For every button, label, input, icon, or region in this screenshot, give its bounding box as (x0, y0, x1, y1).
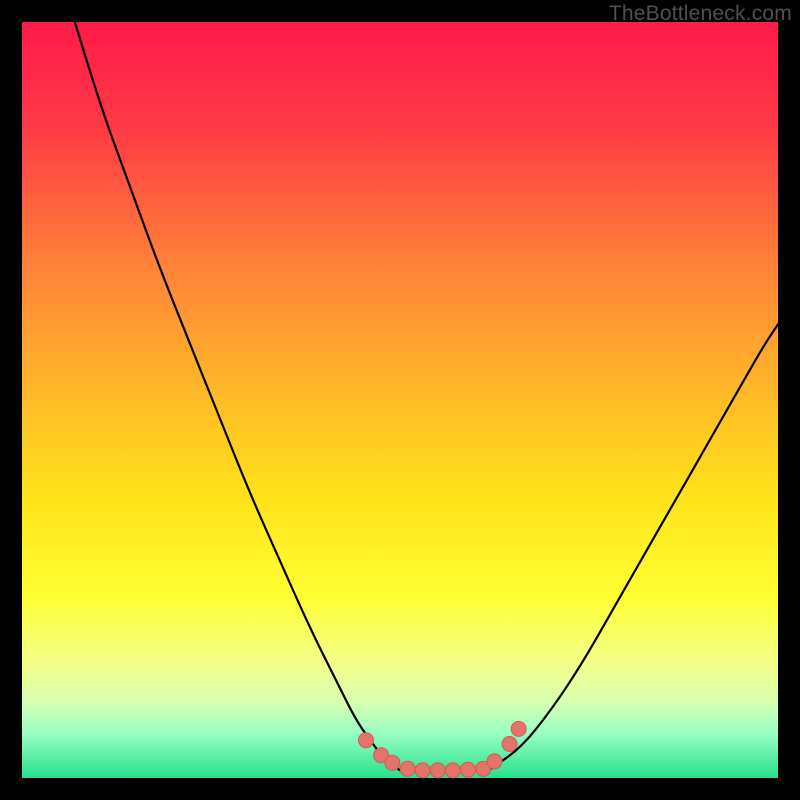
marker-dot (511, 721, 526, 736)
marker-dot (415, 763, 430, 778)
curve-markers (359, 721, 527, 778)
marker-dot (430, 763, 445, 778)
marker-dot (359, 733, 374, 748)
marker-dot (487, 754, 502, 769)
marker-dot (400, 761, 415, 776)
marker-dot (385, 755, 400, 770)
marker-dot (461, 762, 476, 777)
watermark-text: TheBottleneck.com (609, 2, 792, 26)
chart-svg (22, 22, 778, 778)
marker-dot (445, 763, 460, 778)
outer-frame: TheBottleneck.com (0, 0, 800, 800)
marker-dot (502, 737, 517, 752)
plot-area (22, 22, 778, 778)
bottleneck-curve (75, 22, 778, 772)
